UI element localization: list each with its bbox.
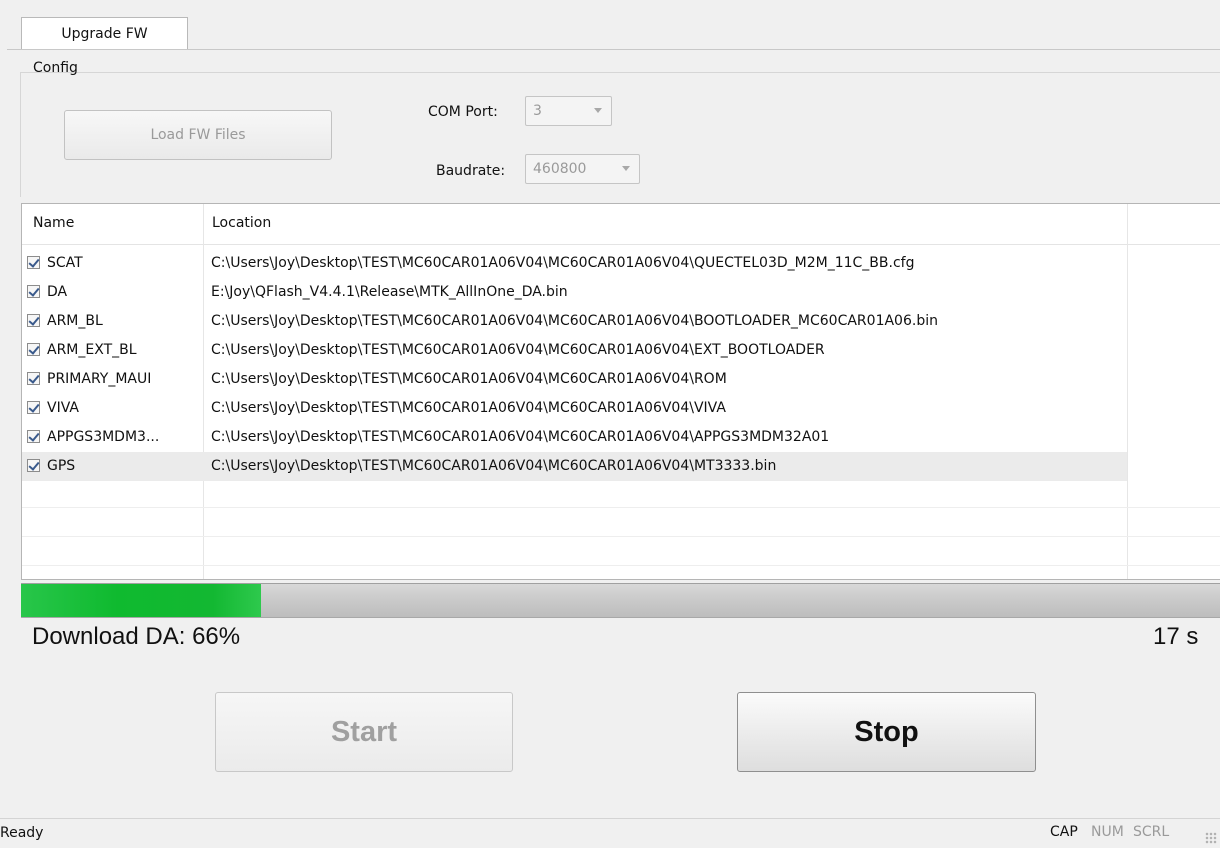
baudrate-select[interactable]: 460800 bbox=[525, 154, 640, 184]
firmware-file-list[interactable]: Name Location SCAT C:\Users\Joy\Desktop\… bbox=[21, 203, 1220, 580]
load-fw-files-button[interactable]: Load FW Files bbox=[64, 110, 332, 160]
baudrate-value: 460800 bbox=[533, 161, 587, 177]
list-item[interactable]: VIVA C:\Users\Joy\Desktop\TEST\MC60CAR01… bbox=[22, 394, 1127, 423]
config-group-label: Config bbox=[33, 60, 78, 76]
row-location: C:\Users\Joy\Desktop\TEST\MC60CAR01A06V0… bbox=[211, 371, 727, 387]
row-name: PRIMARY_MAUI bbox=[47, 371, 152, 387]
list-item-selected[interactable]: GPS C:\Users\Joy\Desktop\TEST\MC60CAR01A… bbox=[22, 452, 1127, 481]
chevron-down-icon bbox=[622, 166, 630, 171]
row-location: C:\Users\Joy\Desktop\TEST\MC60CAR01A06V0… bbox=[211, 429, 830, 445]
empty-row-line bbox=[22, 507, 1220, 508]
baudrate-label: Baudrate: bbox=[436, 163, 506, 179]
row-checkbox[interactable] bbox=[27, 285, 40, 298]
empty-row-line bbox=[22, 536, 1220, 537]
start-button[interactable]: Start bbox=[215, 692, 513, 772]
row-name: SCAT bbox=[47, 255, 83, 271]
chevron-down-icon bbox=[594, 108, 602, 113]
row-checkbox[interactable] bbox=[27, 372, 40, 385]
download-progress-bar bbox=[21, 583, 1220, 618]
com-port-label: COM Port: bbox=[428, 104, 498, 120]
list-item[interactable]: ARM_BL C:\Users\Joy\Desktop\TEST\MC60CAR… bbox=[22, 307, 1127, 336]
empty-row-line bbox=[22, 565, 1220, 566]
row-location: C:\Users\Joy\Desktop\TEST\MC60CAR01A06V0… bbox=[211, 458, 777, 474]
row-name: APPGS3MDM3... bbox=[47, 429, 160, 445]
list-item[interactable]: SCAT C:\Users\Joy\Desktop\TEST\MC60CAR01… bbox=[22, 249, 1127, 278]
com-port-value: 3 bbox=[533, 103, 542, 119]
progress-fill bbox=[21, 584, 261, 617]
row-location: C:\Users\Joy\Desktop\TEST\MC60CAR01A06V0… bbox=[211, 313, 938, 329]
download-status-text: Download DA: 66% bbox=[32, 623, 241, 650]
row-checkbox[interactable] bbox=[27, 401, 40, 414]
column-header-location[interactable]: Location bbox=[212, 215, 271, 231]
row-name: GPS bbox=[47, 458, 76, 474]
row-location: E:\Joy\QFlash_V4.4.1\Release\MTK_AllInOn… bbox=[211, 284, 568, 300]
row-location: C:\Users\Joy\Desktop\TEST\MC60CAR01A06V0… bbox=[211, 255, 915, 271]
elapsed-time: 17 s bbox=[1153, 623, 1199, 650]
column-divider bbox=[1127, 204, 1128, 579]
row-checkbox[interactable] bbox=[27, 430, 40, 443]
stop-button[interactable]: Stop bbox=[737, 692, 1036, 772]
list-item[interactable]: PRIMARY_MAUI C:\Users\Joy\Desktop\TEST\M… bbox=[22, 365, 1127, 394]
scroll-lock-indicator: SCRL bbox=[1133, 824, 1170, 840]
row-name: VIVA bbox=[47, 400, 79, 416]
row-checkbox[interactable] bbox=[27, 343, 40, 356]
status-ready: Ready bbox=[0, 825, 44, 841]
com-port-select[interactable]: 3 bbox=[525, 96, 612, 126]
column-header-name[interactable]: Name bbox=[33, 215, 74, 231]
tab-upgrade-fw[interactable]: Upgrade FW bbox=[21, 17, 188, 50]
row-name: ARM_EXT_BL bbox=[47, 342, 137, 358]
row-location: C:\Users\Joy\Desktop\TEST\MC60CAR01A06V0… bbox=[211, 400, 726, 416]
row-name: DA bbox=[47, 284, 68, 300]
list-item[interactable]: DA E:\Joy\QFlash_V4.4.1\Release\MTK_AllI… bbox=[22, 278, 1127, 307]
status-bar bbox=[0, 818, 1220, 848]
row-name: ARM_BL bbox=[47, 313, 103, 329]
row-location: C:\Users\Joy\Desktop\TEST\MC60CAR01A06V0… bbox=[211, 342, 825, 358]
caps-lock-indicator: CAP bbox=[1050, 824, 1078, 840]
list-item[interactable]: ARM_EXT_BL C:\Users\Joy\Desktop\TEST\MC6… bbox=[22, 336, 1127, 365]
resize-grip-icon[interactable] bbox=[1205, 832, 1217, 844]
num-lock-indicator: NUM bbox=[1091, 824, 1124, 840]
row-checkbox[interactable] bbox=[27, 314, 40, 327]
row-checkbox[interactable] bbox=[27, 256, 40, 269]
row-checkbox[interactable] bbox=[27, 459, 40, 472]
list-header: Name Location bbox=[22, 204, 1220, 245]
list-item[interactable]: APPGS3MDM3... C:\Users\Joy\Desktop\TEST\… bbox=[22, 423, 1127, 452]
